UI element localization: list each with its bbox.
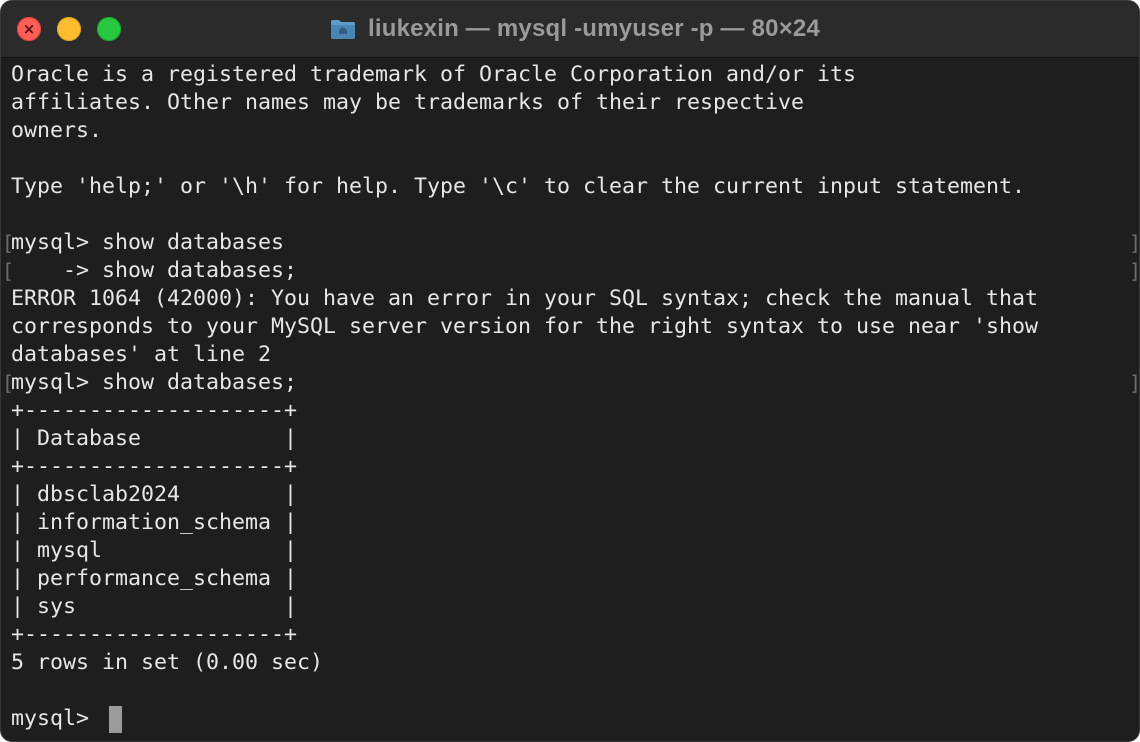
terminal-line: databases' at line 2 <box>11 342 272 367</box>
terminal-line: -> show databases; <box>11 258 298 283</box>
terminal-line: | sys | <box>11 594 298 619</box>
terminal-output[interactable]: Oracle is a registered trademark of Orac… <box>1 61 1140 741</box>
window-title-group: liukexin — mysql -umyuser -p — 80×24 <box>1 1 1139 57</box>
terminal-line: +--------------------+ <box>11 454 298 479</box>
terminal-line: mysql> show databases <box>11 230 285 255</box>
terminal-line: | performance_schema | <box>11 566 298 591</box>
terminal-line: | dbsclab2024 | <box>11 482 298 507</box>
selection-mark-right: ] <box>1129 231 1140 255</box>
close-icon: × <box>22 20 36 38</box>
terminal-line: Oracle is a registered trademark of Orac… <box>11 62 857 87</box>
terminal-line: mysql> <box>11 706 103 731</box>
terminal-window: × liukexin — mysql -umyuser -p — 80×24 O… <box>0 0 1140 742</box>
selection-mark-right: ] <box>1129 371 1140 395</box>
terminal-line: 5 rows in set (0.00 sec) <box>11 650 324 675</box>
terminal-line: | information_schema | <box>11 510 298 535</box>
minimize-button[interactable] <box>57 17 81 41</box>
selection-mark-left: [ <box>2 231 15 255</box>
terminal-line: +--------------------+ <box>11 398 298 423</box>
terminal-line: | mysql | <box>11 538 298 563</box>
close-button[interactable]: × <box>17 17 41 41</box>
terminal-line: ERROR 1064 (42000): You have an error in… <box>11 286 1039 311</box>
title-bar[interactable]: × liukexin — mysql -umyuser -p — 80×24 <box>1 1 1139 58</box>
selection-mark-left: [ <box>2 259 15 283</box>
zoom-button[interactable] <box>97 17 121 41</box>
terminal-line: mysql> show databases; <box>11 370 298 395</box>
terminal-line: Type 'help;' or '\h' for help. Type '\c'… <box>11 174 1026 199</box>
terminal-line: | Database | <box>11 426 298 451</box>
terminal-line: owners. <box>11 118 103 143</box>
window-title: liukexin — mysql -umyuser -p — 80×24 <box>367 15 821 42</box>
terminal-line: +--------------------+ <box>11 622 298 647</box>
text-cursor <box>109 706 122 733</box>
selection-mark-right: ] <box>1129 259 1140 283</box>
terminal-line: affiliates. Other names may be trademark… <box>11 90 805 115</box>
folder-icon <box>330 20 355 39</box>
selection-mark-left: [ <box>2 371 15 395</box>
terminal-line: corresponds to your MySQL server version… <box>11 314 1039 339</box>
